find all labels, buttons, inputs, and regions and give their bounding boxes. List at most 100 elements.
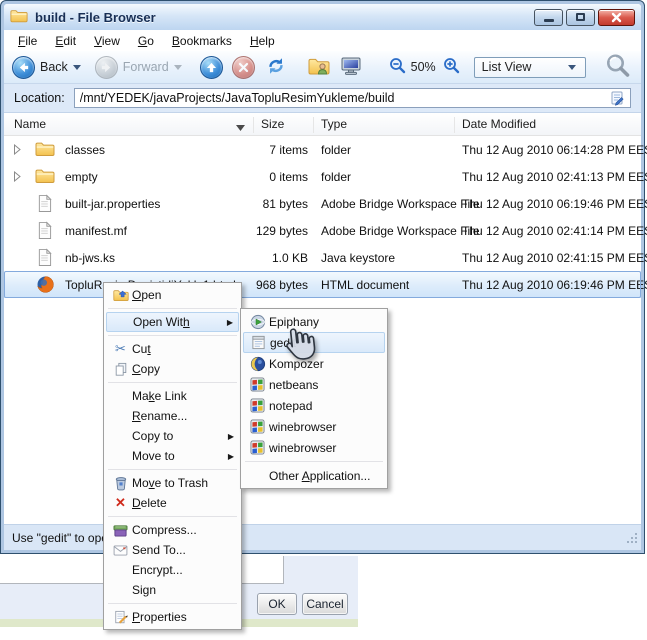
menu-item-open-with[interactable]: Open With ▶ [106, 312, 239, 332]
column-date[interactable]: Date Modified [462, 117, 536, 131]
file-size: 81 bytes [262, 197, 308, 211]
computer-button[interactable] [339, 56, 363, 79]
menu-view[interactable]: View [85, 32, 129, 50]
forward-dropdown-icon [173, 64, 182, 70]
location-label: Location: [14, 91, 65, 105]
view-mode-arrow-icon [567, 64, 576, 70]
submenu-item-other-application[interactable]: Other Application... [243, 465, 385, 486]
document-icon [37, 248, 52, 270]
menu-item-send-to[interactable]: Send To... [106, 540, 239, 560]
expander-icon[interactable] [12, 170, 22, 185]
envelope-icon [109, 544, 132, 556]
column-type[interactable]: Type [321, 117, 347, 131]
refresh-button[interactable] [265, 55, 287, 80]
menu-bookmarks[interactable]: Bookmarks [163, 32, 241, 50]
menu-item-copy[interactable]: Copy [106, 359, 239, 379]
windows-app-icon [246, 419, 269, 434]
menu-item-rename[interactable]: Rename... [106, 406, 239, 426]
windows-app-icon [246, 377, 269, 392]
stop-button[interactable] [231, 55, 255, 79]
column-name[interactable]: Name [14, 117, 46, 131]
close-button[interactable] [598, 8, 635, 26]
titlebar[interactable]: build - File Browser [4, 4, 641, 30]
menu-item-move-to[interactable]: Move to ▶ [106, 446, 239, 466]
file-type: Java keystore [321, 251, 396, 265]
folder-icon [35, 140, 55, 160]
menu-item-sign[interactable]: Sign [106, 580, 239, 600]
stop-x-icon [238, 62, 248, 72]
menu-item-compress[interactable]: Compress... [106, 520, 239, 540]
file-name: empty [65, 170, 98, 184]
zoom-in-button[interactable] [443, 57, 460, 77]
file-row-nb-jws[interactable]: nb-jws.ks 1.0 KB Java keystore Thu 12 Au… [4, 244, 647, 271]
copy-icon [109, 362, 132, 377]
file-date: Thu 12 Aug 2010 02:41:14 PM EEST [462, 224, 647, 238]
menu-item-encrypt[interactable]: Encrypt... [106, 560, 239, 580]
up-button[interactable] [199, 55, 223, 79]
menu-edit[interactable]: Edit [46, 32, 85, 50]
column-header: Name Size Type Date Modified [4, 113, 641, 136]
toolbar: Back Forward 50% List View [4, 51, 641, 84]
menu-item-make-link[interactable]: Make Link [106, 386, 239, 406]
delete-x-icon: ✕ [115, 495, 126, 510]
submenu-item-notepad[interactable]: notepad [243, 395, 385, 416]
document-icon [37, 194, 52, 216]
minimize-button[interactable] [534, 8, 563, 26]
submenu-item-winebrowser-1[interactable]: winebrowser [243, 416, 385, 437]
hand-cursor [281, 323, 321, 372]
view-mode-select[interactable]: List View [473, 56, 586, 78]
cancel-button[interactable]: Cancel [302, 593, 348, 615]
menu-file[interactable]: File [9, 32, 46, 50]
back-dropdown-icon[interactable] [72, 64, 81, 70]
properties-icon [109, 610, 132, 625]
resize-grip[interactable] [626, 532, 638, 547]
location-edit-icon[interactable] [609, 90, 625, 106]
menu-item-properties[interactable]: Properties [106, 607, 239, 627]
forward-button[interactable] [94, 55, 118, 79]
location-bar: Location: /mnt/YEDEK/javaProjects/JavaTo… [4, 84, 641, 113]
file-date: Thu 12 Aug 2010 06:14:28 PM EEST [462, 143, 647, 157]
file-date: Thu 12 Aug 2010 06:19:46 PM EEST [462, 197, 647, 211]
menu-item-copy-to[interactable]: Copy to ▶ [106, 426, 239, 446]
file-type: folder [321, 143, 352, 157]
expander-icon[interactable] [12, 143, 22, 158]
file-size: 0 items [269, 170, 308, 184]
search-button[interactable] [605, 53, 631, 82]
menu-help[interactable]: Help [241, 32, 284, 50]
submenu-item-winebrowser-2[interactable]: winebrowser [243, 437, 385, 458]
epiphany-icon [246, 314, 269, 330]
menu-item-move-to-trash[interactable]: Move to Trash [106, 473, 239, 493]
window-folder-icon [10, 8, 28, 26]
context-menu: Open Open With ▶ ✂ Cut Copy Make Link Re… [103, 282, 242, 630]
file-size: 1.0 KB [271, 251, 308, 265]
maximize-button[interactable] [566, 8, 595, 26]
back-arrow-icon [19, 62, 29, 72]
menu-item-cut[interactable]: ✂ Cut [106, 339, 239, 359]
desktop: OK Cancel build - File Browser File Edit… [0, 0, 647, 640]
sort-desc-icon [236, 120, 245, 134]
file-row-manifest[interactable]: manifest.mf 129 bytes Adobe Bridge Works… [4, 217, 647, 244]
file-type: folder [321, 170, 352, 184]
menu-go[interactable]: Go [129, 32, 163, 50]
menu-item-open[interactable]: Open [106, 285, 239, 305]
menu-item-delete[interactable]: ✕ Delete [106, 493, 239, 513]
search-icon [607, 54, 630, 77]
home-folder-icon [308, 58, 330, 74]
file-type: Adobe Bridge Workspace File [321, 197, 480, 211]
submenu-item-netbeans[interactable]: netbeans [243, 374, 385, 395]
file-row-classes[interactable]: classes 7 items folder Thu 12 Aug 2010 0… [4, 136, 647, 163]
file-row-empty[interactable]: empty 0 items folder Thu 12 Aug 2010 02:… [4, 163, 647, 190]
location-input[interactable]: /mnt/YEDEK/javaProjects/JavaTopluResimYu… [73, 88, 631, 108]
back-button[interactable] [12, 55, 35, 79]
forward-label: Forward [122, 60, 169, 74]
back-label: Back [40, 60, 68, 74]
document-icon [37, 221, 52, 243]
zoom-out-button[interactable] [389, 57, 406, 77]
file-row-html-selected[interactable]: TopluResimDegistirliYukle1.html 968 byte… [4, 271, 647, 298]
file-row-built-jar[interactable]: built-jar.properties 81 bytes Adobe Brid… [4, 190, 647, 217]
column-size[interactable]: Size [261, 117, 284, 131]
file-date: Thu 12 Aug 2010 02:41:13 PM EEST [462, 170, 647, 184]
forward-arrow-icon [101, 62, 111, 72]
home-button[interactable] [307, 56, 331, 79]
ok-button[interactable]: OK [257, 593, 297, 615]
